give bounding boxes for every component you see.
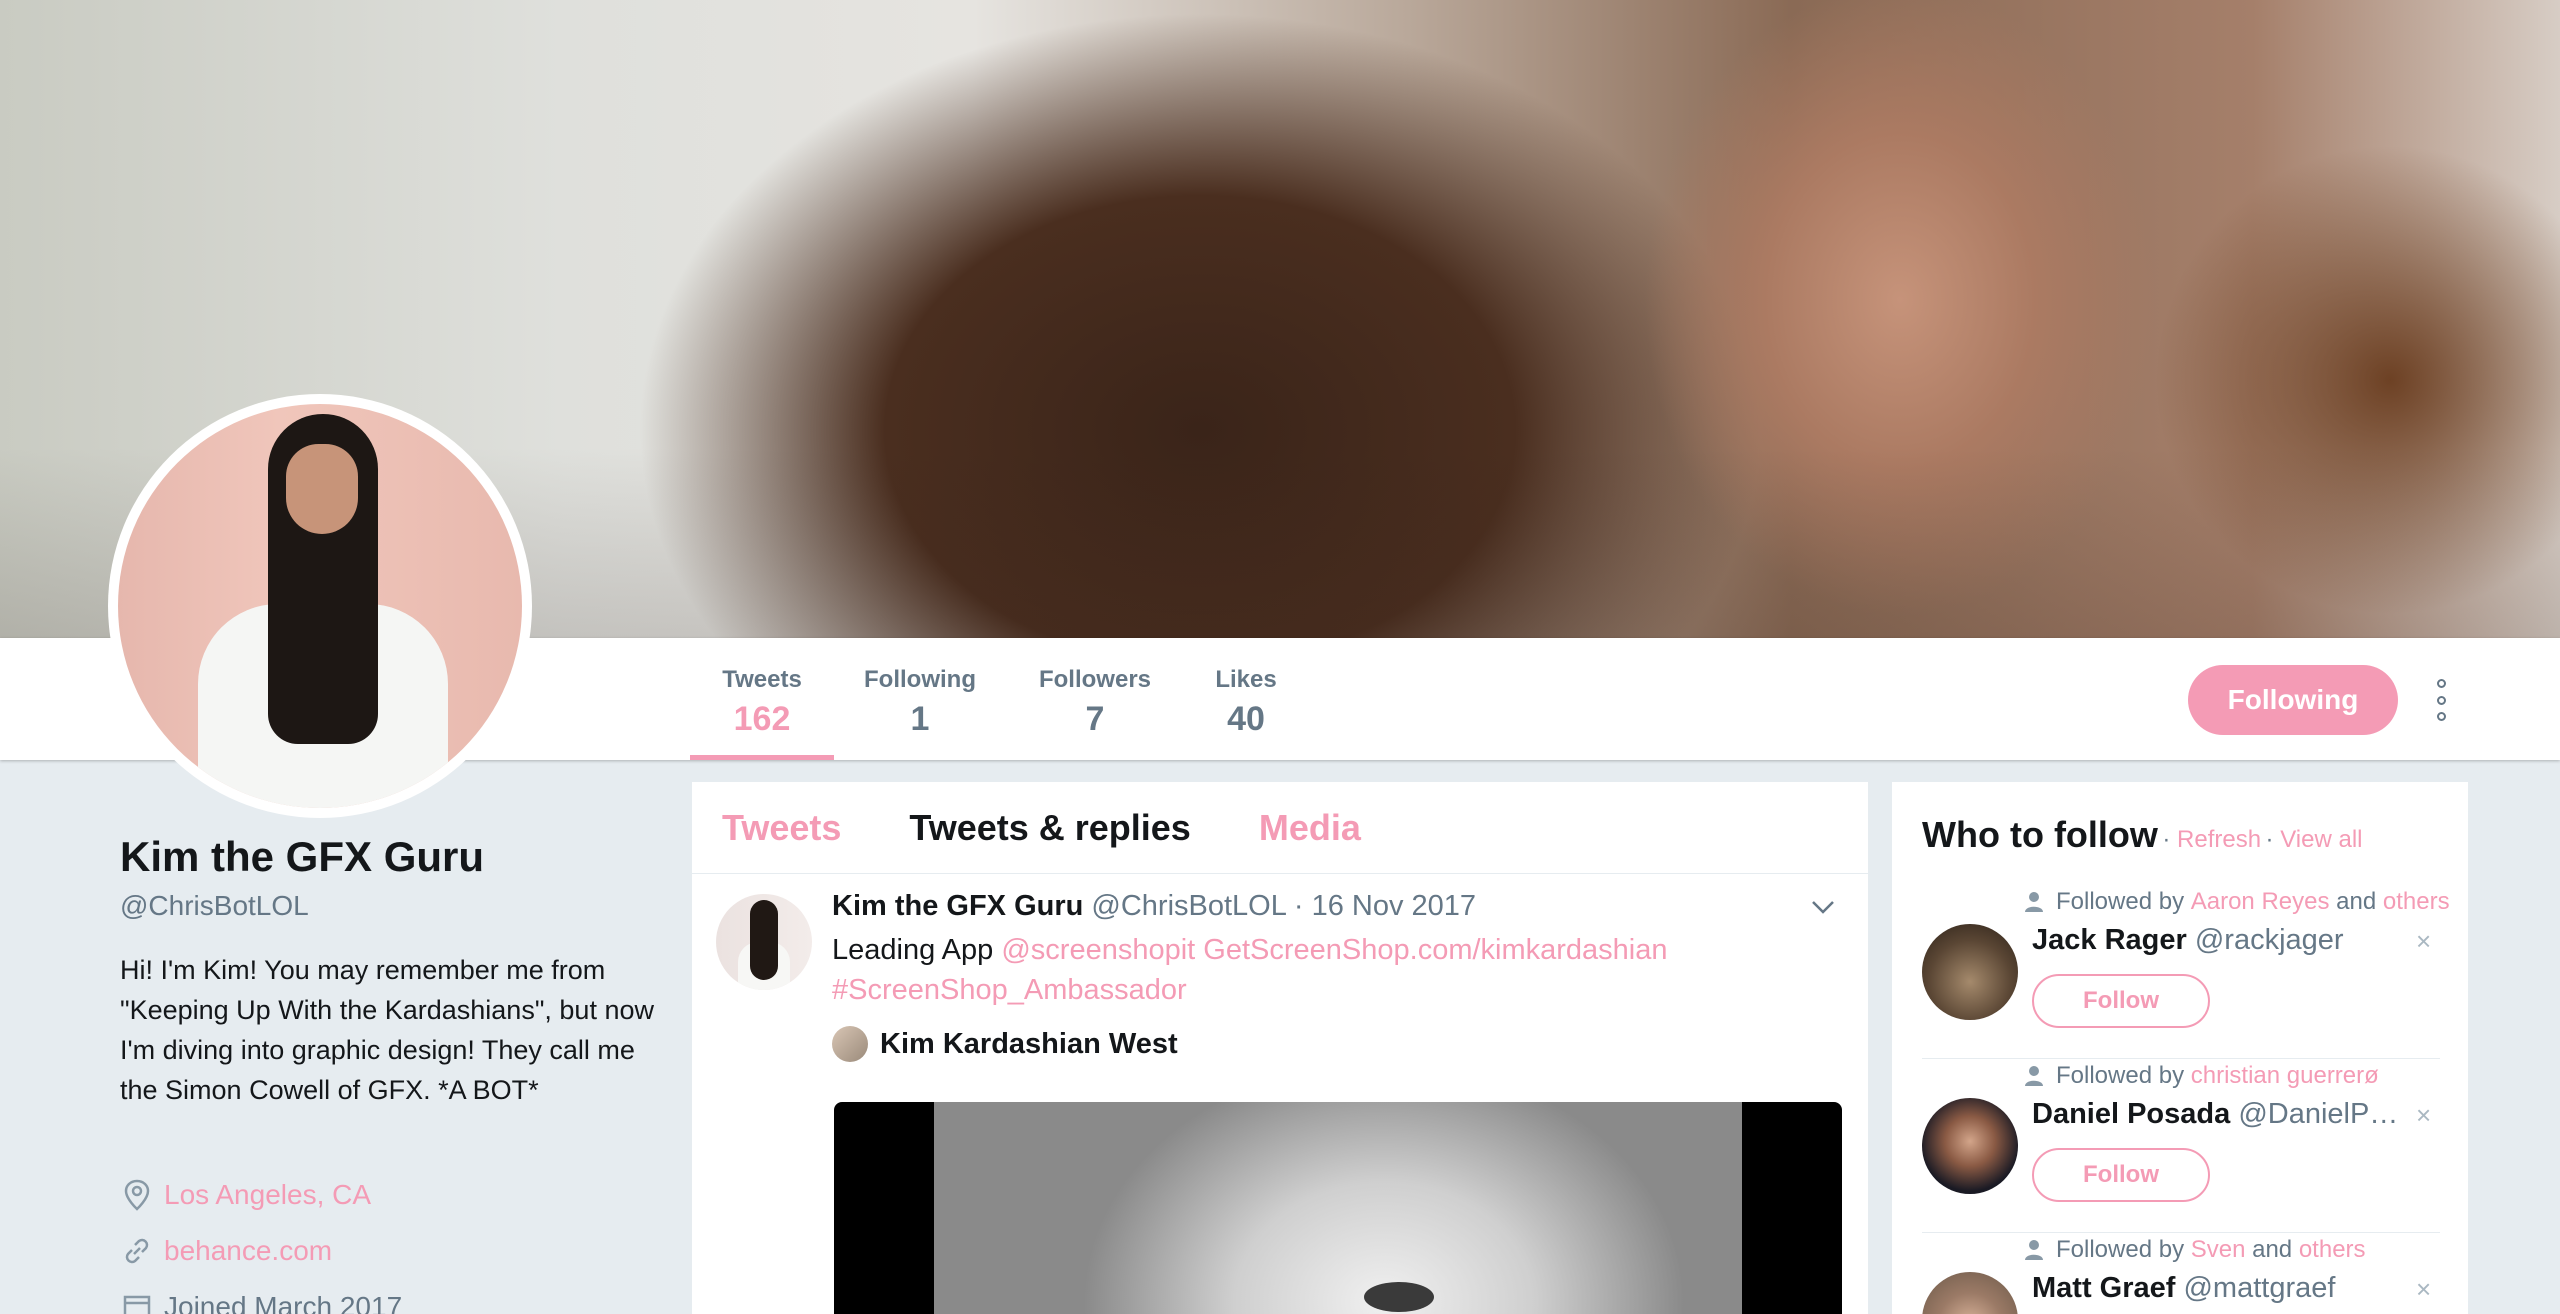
chevron-down-icon[interactable] bbox=[1808, 892, 1838, 922]
close-icon[interactable]: × bbox=[2416, 926, 2431, 957]
suggestion-handle: @DanielP… bbox=[2238, 1098, 2399, 1130]
profile-bio: Hi! I'm Kim! You may remember me from "K… bbox=[120, 955, 654, 1105]
suggestion-handle: @rackjager bbox=[2194, 924, 2344, 956]
nav-tweets-count: 162 bbox=[733, 700, 791, 738]
nav-tweets[interactable]: Tweets 162 bbox=[690, 638, 834, 760]
profile-joined: Joined March 2017 bbox=[120, 1290, 402, 1314]
divider bbox=[1922, 1058, 2440, 1059]
profile-location: Los Angeles, CA bbox=[120, 1178, 371, 1212]
followed-by-context: Followed by Aaron Reyes and others bbox=[2025, 888, 2450, 916]
followed-by-label: Followed by bbox=[2056, 1236, 2185, 1263]
suggestion-avatar[interactable] bbox=[1922, 1098, 2018, 1194]
followed-by-name[interactable]: Aaron Reyes bbox=[2191, 888, 2330, 916]
divider bbox=[1922, 1232, 2440, 1233]
who-to-follow-header: Who to follow · Refresh · View all bbox=[1922, 814, 2362, 856]
suggestion-name: Daniel Posada bbox=[2032, 1098, 2231, 1130]
separator: · bbox=[2265, 826, 2281, 853]
and-label: and bbox=[2252, 1236, 2293, 1263]
refresh-link[interactable]: Refresh bbox=[2177, 826, 2261, 853]
nav-likes-count: 40 bbox=[1227, 700, 1265, 738]
view-all-link[interactable]: View all bbox=[2280, 826, 2362, 853]
profile-website: behance.com bbox=[120, 1234, 332, 1268]
profile-name[interactable]: Kim the GFX Guru bbox=[120, 833, 484, 881]
others-link[interactable]: others bbox=[2383, 888, 2450, 916]
suggestion-name-row[interactable]: Jack Rager @rackjager bbox=[2032, 924, 2402, 957]
separator: · bbox=[2162, 826, 2178, 853]
who-to-follow-title: Who to follow bbox=[1922, 814, 2158, 855]
followed-by-name[interactable]: Sven bbox=[2191, 1236, 2246, 1264]
suggestion-item: Followed by christian guerrerø Daniel Po… bbox=[1922, 1062, 2440, 1234]
profile-handle[interactable]: @ChrisBotLOL bbox=[120, 890, 309, 922]
quoted-author[interactable]: Kim Kardashian West bbox=[832, 1026, 1178, 1062]
follow-button[interactable]: Follow bbox=[2032, 974, 2210, 1028]
tweet-avatar[interactable] bbox=[716, 894, 812, 990]
others-link[interactable]: others bbox=[2299, 1236, 2366, 1264]
nav-followers-count: 7 bbox=[1085, 700, 1105, 738]
suggestion-name: Jack Rager bbox=[2032, 924, 2187, 956]
nav-following-label: Following bbox=[864, 666, 976, 693]
nav-followers-label: Followers bbox=[1038, 666, 1152, 693]
tweet-author[interactable]: Kim the GFX Guru bbox=[832, 890, 1083, 922]
follow-button[interactable]: Follow bbox=[2032, 1148, 2210, 1202]
profile-avatar[interactable] bbox=[108, 394, 532, 818]
tweet[interactable]: Kim the GFX Guru @ChrisBotLOL · 16 Nov 2… bbox=[692, 782, 1868, 1314]
suggestion-name: Matt Graef bbox=[2032, 1272, 2176, 1304]
tweet-date[interactable]: · 16 Nov 2017 bbox=[1294, 890, 1476, 922]
followed-by-label: Followed by bbox=[2056, 888, 2185, 915]
who-to-follow: Who to follow · Refresh · View all Follo… bbox=[1892, 782, 2468, 1314]
tweet-text-plain: Leading App bbox=[832, 934, 994, 966]
followed-by-context: Followed by Sven and others bbox=[2025, 1236, 2366, 1264]
person-icon bbox=[2025, 892, 2043, 912]
tweet-text: Leading App @screenshopit GetScreenShop.… bbox=[832, 930, 1832, 1010]
tweet-handle[interactable]: @ChrisBotLOL bbox=[1091, 890, 1285, 922]
nav-tweets-label: Tweets bbox=[722, 666, 802, 693]
location-link[interactable]: Los Angeles, CA bbox=[164, 1179, 371, 1211]
quoted-author-name: Kim Kardashian West bbox=[880, 1027, 1178, 1060]
followed-by-label: Followed by bbox=[2056, 1062, 2185, 1089]
close-icon[interactable]: × bbox=[2416, 1100, 2431, 1131]
suggestion-avatar[interactable] bbox=[1922, 924, 2018, 1020]
suggestion-handle: @mattgraef bbox=[2183, 1272, 2336, 1304]
link-icon bbox=[120, 1234, 154, 1268]
suggestion-name-row[interactable]: Matt Graef @mattgraef bbox=[2032, 1272, 2402, 1305]
person-icon bbox=[2025, 1066, 2043, 1086]
followed-by-context: Followed by christian guerrerø bbox=[2025, 1062, 2379, 1090]
suggestion-avatar[interactable] bbox=[1922, 1272, 2018, 1314]
suggestion-name-row[interactable]: Daniel Posada @DanielP… bbox=[2032, 1098, 2402, 1131]
calendar-icon bbox=[120, 1290, 154, 1314]
tweet-media[interactable] bbox=[834, 1102, 1842, 1314]
following-button[interactable]: Following bbox=[2188, 665, 2398, 735]
suggestion-item: Followed by Sven and others Matt Graef @… bbox=[1922, 1236, 2440, 1314]
tweet-hashtag[interactable]: #ScreenShop_Ambassador bbox=[832, 974, 1187, 1006]
and-label: and bbox=[2336, 888, 2377, 915]
quoted-avatar bbox=[832, 1026, 868, 1062]
location-icon bbox=[120, 1178, 154, 1212]
website-link[interactable]: behance.com bbox=[164, 1235, 332, 1267]
suggestion-item: Followed by Aaron Reyes and others Jack … bbox=[1922, 888, 2450, 1060]
tweet-url[interactable]: GetScreenShop.com/kimkardashian bbox=[1203, 934, 1667, 966]
more-options-icon[interactable] bbox=[2430, 679, 2452, 721]
nav-followers[interactable]: Followers 7 bbox=[1032, 638, 1158, 760]
close-icon[interactable]: × bbox=[2416, 1274, 2431, 1305]
nav-likes-label: Likes bbox=[1215, 666, 1277, 693]
joined-date: Joined March 2017 bbox=[164, 1291, 403, 1314]
nav-following-count: 1 bbox=[910, 700, 930, 738]
nav-likes[interactable]: Likes 40 bbox=[1208, 638, 1284, 760]
person-icon bbox=[2025, 1240, 2043, 1260]
tweet-header: Kim the GFX Guru @ChrisBotLOL · 16 Nov 2… bbox=[832, 890, 1476, 923]
tweet-mention[interactable]: @screenshopit bbox=[1001, 934, 1195, 966]
nav-following[interactable]: Following 1 bbox=[858, 638, 982, 760]
followed-by-name[interactable]: christian guerrerø bbox=[2191, 1062, 2379, 1090]
